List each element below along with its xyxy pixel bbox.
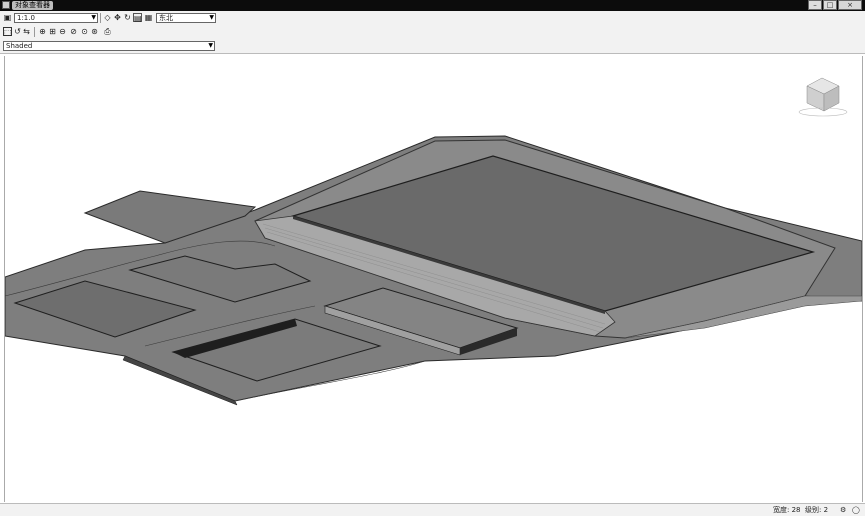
status-level: 级别: 2 <box>805 506 829 514</box>
viewcube-icon[interactable] <box>798 77 848 117</box>
save-icon[interactable]: ▣ <box>3 13 12 22</box>
view-value: 东北 <box>159 14 173 22</box>
walk-icon[interactable]: ⇆ <box>22 27 31 36</box>
rotate-icon[interactable]: ↺ <box>13 27 22 36</box>
minimize-button[interactable]: – <box>808 0 822 10</box>
select-box-icon[interactable]: ⬚ <box>3 27 12 37</box>
scale-dropdown[interactable]: 1:1.0 ▼ <box>14 13 98 23</box>
window-title: 对象查看器 <box>12 1 53 10</box>
scale-value: 1:1.0 <box>17 14 35 22</box>
toolbar-style: Shaded ▼ <box>0 39 865 54</box>
app-icon <box>2 1 10 9</box>
orbit-icon[interactable]: ↻ <box>123 13 132 22</box>
visual-style-dropdown[interactable]: Shaded ▼ <box>3 41 215 51</box>
close-button[interactable]: × <box>838 0 862 10</box>
tag-icon[interactable]: ◇ <box>103 13 112 22</box>
terrain-model <box>4 77 863 406</box>
zoom-out-icon[interactable]: ⊖ <box>58 27 67 36</box>
zoom-window-icon[interactable]: ⊞ <box>48 27 57 36</box>
visual-style-value: Shaded <box>6 42 33 50</box>
view-dropdown[interactable]: 东北 ▼ <box>156 13 216 23</box>
chevron-down-icon: ▼ <box>208 42 213 49</box>
zoom-all-icon[interactable]: ⊛ <box>90 27 99 36</box>
printer-icon[interactable]: ⎙ <box>103 27 112 36</box>
toolbar-secondary: ⬚ ↺ ⇆ ⊕ ⊞ ⊖ ⊘ ⊙ ⊛ ⎙ <box>0 25 865 39</box>
model-viewport[interactable] <box>4 56 863 502</box>
status-settings-icon[interactable]: ⚙ <box>840 506 846 515</box>
zoom-in-icon[interactable]: ⊕ <box>38 27 47 36</box>
pan-icon[interactable]: ✥ <box>113 13 122 22</box>
status-width: 宽度: 28 <box>773 506 801 514</box>
zoom-extents-icon[interactable]: ⊙ <box>80 27 89 36</box>
maximize-button[interactable]: □ <box>823 0 837 10</box>
chevron-down-icon: ▼ <box>209 14 214 21</box>
view-mode-icon[interactable]: ▤ <box>133 13 142 23</box>
properties-icon[interactable]: ▦ <box>144 13 153 22</box>
toolbar-separator <box>100 13 101 23</box>
zoom-previous-icon[interactable]: ⊘ <box>69 27 78 36</box>
status-info-icon[interactable]: ◯ <box>852 506 860 515</box>
title-bar: 对象查看器 – □ × <box>0 0 865 11</box>
chevron-down-icon: ▼ <box>91 14 96 21</box>
toolbar-primary: ▣ 1:1.0 ▼ ◇ ✥ ↻ ▤ ▦ 东北 ▼ <box>0 11 865 25</box>
toolbar-separator <box>34 27 35 37</box>
status-bar: 宽度: 28 级别: 2 ⚙ ◯ <box>0 503 865 516</box>
